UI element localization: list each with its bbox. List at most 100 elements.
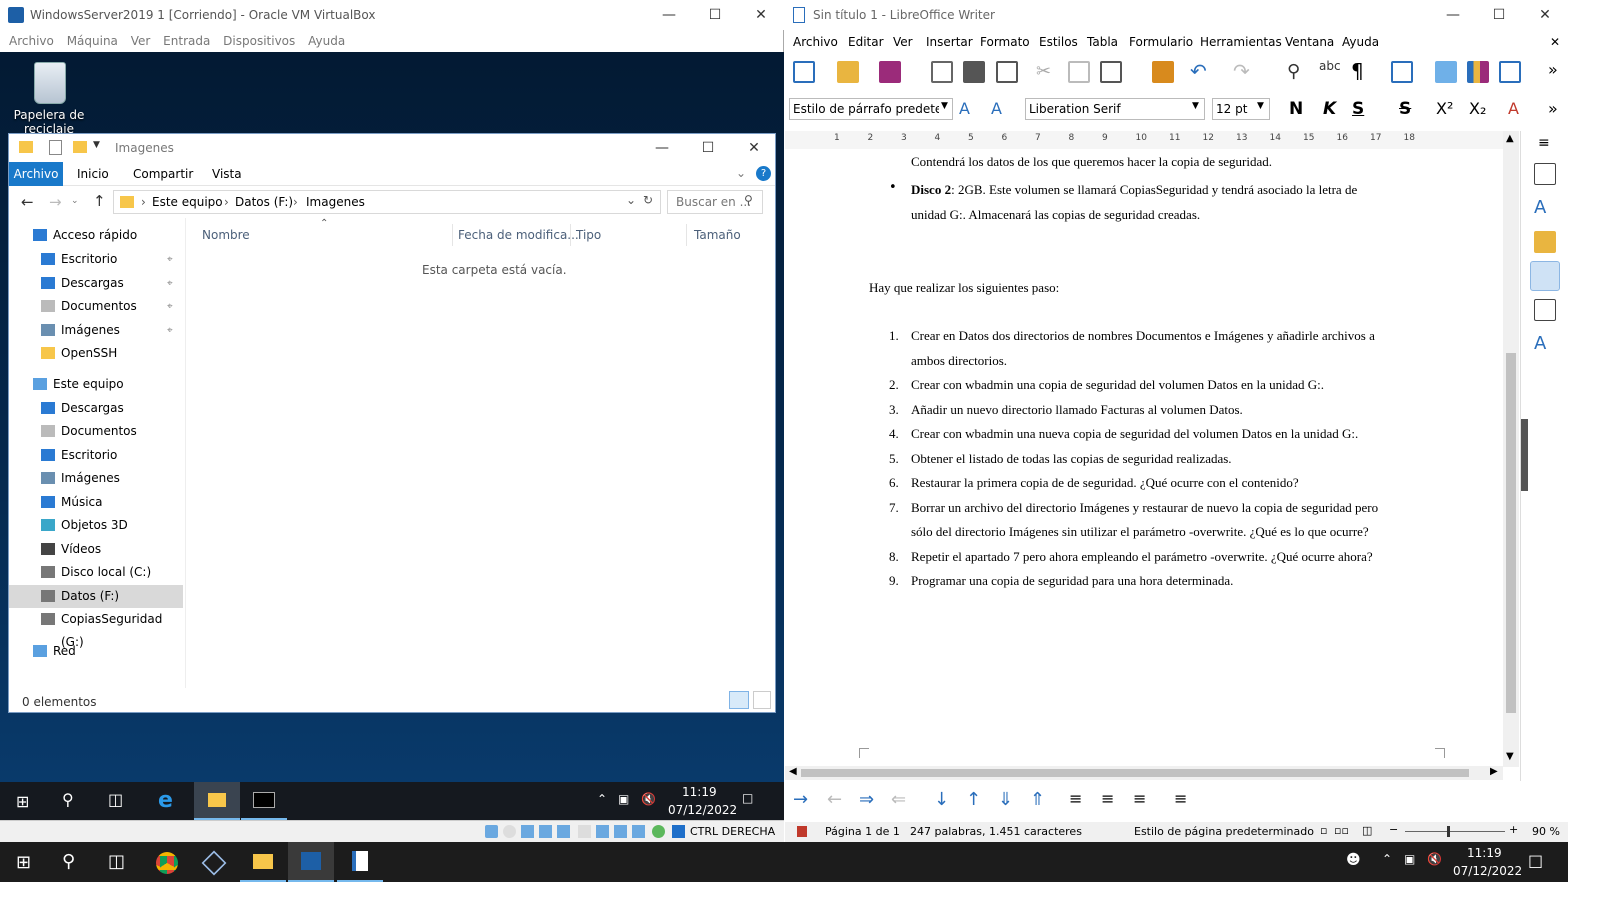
- insert-image-icon[interactable]: [1435, 61, 1457, 83]
- menu-ver[interactable]: Ver: [893, 31, 913, 53]
- nav-item[interactable]: OpenSSH: [9, 342, 183, 365]
- show-hidden-icons-icon[interactable]: ⌃: [1382, 852, 1392, 866]
- clear-formatting-icon[interactable]: A: [1508, 99, 1519, 118]
- address-input[interactable]: › Este equipo › Datos (F:) › Imagenes ⌄ …: [113, 190, 661, 214]
- guest-clock-date[interactable]: 07/12/2022: [668, 803, 737, 817]
- horizontal-ruler[interactable]: 1 2 3 4 5 6 7 8 9 10 11 12 13 14 15 16 17 18: [785, 131, 1503, 149]
- network-icon[interactable]: ▣: [1404, 852, 1415, 866]
- scroll-up-icon[interactable]: ▲: [1506, 133, 1514, 144]
- nav-item[interactable]: Red: [9, 640, 183, 663]
- vbox-menu-ver[interactable]: Ver: [131, 30, 151, 52]
- chrome-icon[interactable]: [156, 852, 178, 874]
- forward-arrow-icon[interactable]: →: [49, 193, 62, 211]
- bold-button[interactable]: N: [1289, 99, 1303, 119]
- subscript-icon[interactable]: X₂: [1469, 99, 1486, 118]
- breadcrumb-este-equipo[interactable]: Este equipo: [152, 195, 223, 209]
- menu-formulario[interactable]: Formulario: [1129, 31, 1193, 53]
- insert-table-icon[interactable]: [1391, 61, 1413, 83]
- document-modified-icon[interactable]: [797, 826, 807, 837]
- nav-item[interactable]: Disco local (C:): [9, 561, 183, 584]
- column-tipo[interactable]: Tipo: [576, 228, 601, 242]
- list-item-text[interactable]: Obtener el listado de todas las copias d…: [911, 447, 1232, 471]
- file-explorer-taskbar-icon[interactable]: [240, 842, 286, 882]
- hscroll-thumb[interactable]: [801, 769, 1469, 777]
- vbox-menu-ayuda[interactable]: Ayuda: [308, 30, 345, 52]
- mouse-integration-icon[interactable]: [672, 825, 685, 838]
- explorer-close-button[interactable]: ✕: [731, 134, 777, 162]
- menu-insertar[interactable]: Insertar: [926, 31, 973, 53]
- more-options-icon[interactable]: »: [1548, 99, 1558, 118]
- demote-outline-icon[interactable]: →: [793, 789, 808, 810]
- ribbon-tab-inicio[interactable]: Inicio: [77, 167, 109, 181]
- breadcrumb-imagenes[interactable]: Imagenes: [306, 195, 365, 209]
- vbox-menu-dispositivos[interactable]: Dispositivos: [223, 30, 295, 52]
- cut-icon[interactable]: ✂: [1036, 61, 1058, 83]
- new-document-icon[interactable]: [793, 61, 815, 83]
- menu-ventana[interactable]: Ventana: [1285, 31, 1334, 53]
- book-view-icon[interactable]: ◫: [1362, 824, 1372, 837]
- list-item-text[interactable]: Añadir un nuevo directorio llamado Factu…: [911, 398, 1243, 422]
- sidebar-menu-icon[interactable]: ≡: [1538, 135, 1550, 151]
- styles-panel-icon[interactable]: A: [1534, 197, 1556, 219]
- search-icon[interactable]: ⚲: [62, 790, 74, 809]
- copy-icon[interactable]: [1068, 61, 1090, 83]
- search-input[interactable]: Buscar en ...: [676, 195, 751, 209]
- find-replace-icon[interactable]: ⚲: [1287, 61, 1309, 83]
- vbox-titlebar[interactable]: WindowsServer2019 1 [Corriendo] - Oracle…: [0, 0, 784, 30]
- nav-item[interactable]: Datos (F:): [9, 585, 183, 608]
- bullets-numbering-dialog-icon[interactable]: ≡: [1174, 789, 1187, 808]
- vbox-menu-maquina[interactable]: Máquina: [67, 30, 118, 52]
- nav-item[interactable]: Descargas: [9, 397, 183, 420]
- undo-icon[interactable]: ↶: [1190, 59, 1212, 83]
- document-page[interactable]: Contendrá los datos de los que queremos …: [801, 150, 1502, 764]
- list-item-text[interactable]: Crear con wbadmin una copia de seguridad…: [911, 373, 1324, 397]
- column-nombre[interactable]: Nombre: [202, 228, 250, 242]
- writer-minimize-button[interactable]: —: [1430, 0, 1476, 30]
- promote-outline-icon[interactable]: ←: [827, 789, 842, 810]
- volume-muted-icon[interactable]: 🔇: [641, 792, 656, 806]
- nav-item[interactable]: Descargas ⌖: [9, 272, 183, 295]
- gallery-panel-icon[interactable]: [1534, 231, 1556, 253]
- clone-formatting-icon[interactable]: [1152, 61, 1174, 83]
- refresh-icon[interactable]: ↻: [643, 193, 653, 207]
- close-document-icon[interactable]: ✕: [1550, 31, 1560, 53]
- help-icon[interactable]: ?: [756, 166, 771, 181]
- font-size-select[interactable]: 12 pt ▼: [1212, 98, 1270, 120]
- print-preview-icon[interactable]: [996, 61, 1018, 83]
- zoom-level[interactable]: 90 %: [1532, 825, 1560, 838]
- properties-panel-icon[interactable]: [1534, 163, 1556, 185]
- open-folder-icon[interactable]: [837, 61, 859, 83]
- volume-muted-icon[interactable]: 🔇: [1427, 852, 1442, 866]
- writer-maximize-button[interactable]: ☐: [1476, 0, 1522, 30]
- vbox-vm-taskbar-icon[interactable]: [288, 842, 334, 882]
- list-item-text[interactable]: Restaurar la primera copia de de segurid…: [911, 471, 1299, 495]
- scroll-down-icon[interactable]: ▼: [1506, 751, 1514, 762]
- explorer-titlebar[interactable]: ▼ Imagenes — ☐ ✕: [9, 134, 775, 162]
- move-down-icon[interactable]: ↓: [934, 789, 949, 810]
- network-adapter-icon[interactable]: [539, 825, 552, 838]
- breadcrumb-datos[interactable]: Datos (F:): [235, 195, 293, 209]
- promote-with-subpoints-icon[interactable]: ⇐: [891, 789, 906, 810]
- menu-ayuda[interactable]: Ayuda: [1342, 31, 1379, 53]
- close-button[interactable]: ✕: [738, 0, 784, 30]
- multi-page-view-icon[interactable]: ▫▫: [1334, 824, 1349, 837]
- superscript-icon[interactable]: X²: [1436, 99, 1453, 118]
- quick-access-dropdown-icon[interactable]: ▼: [93, 140, 100, 150]
- address-dropdown-icon[interactable]: ⌄: [626, 193, 636, 207]
- move-up-subpoints-icon[interactable]: ⇑: [1030, 789, 1045, 810]
- display-icon[interactable]: [596, 825, 609, 838]
- list-item-text-continued[interactable]: sólo del directorio Imágenes sin utiliza…: [911, 520, 1369, 544]
- menu-formato[interactable]: Formato: [980, 31, 1030, 53]
- back-arrow-icon[interactable]: ←: [21, 193, 34, 211]
- print-icon[interactable]: [963, 61, 985, 83]
- show-hidden-icons-icon[interactable]: ⌃: [597, 792, 607, 806]
- underline-button[interactable]: S: [1352, 99, 1364, 119]
- writer-titlebar[interactable]: Sin título 1 - LibreOffice Writer — ☐ ✕: [785, 0, 1568, 30]
- bullet-text-line[interactable]: Disco 2: 2GB. Este volumen se llamará Co…: [911, 182, 1357, 198]
- column-tamano[interactable]: Tamaño: [694, 228, 741, 242]
- update-style-icon[interactable]: A: [959, 99, 981, 121]
- notifications-icon[interactable]: □: [1528, 851, 1543, 870]
- page-style[interactable]: Estilo de página predeterminado: [1134, 825, 1314, 838]
- move-up-icon[interactable]: ↑: [966, 789, 981, 810]
- zoom-slider-thumb[interactable]: [1447, 826, 1450, 837]
